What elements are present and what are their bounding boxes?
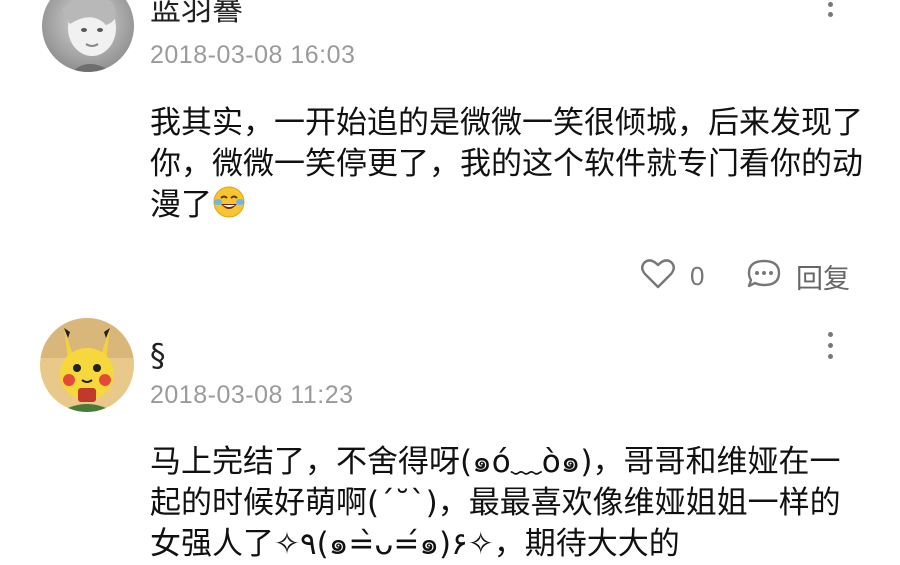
comment-text-content: 我其实，一开始追的是微微一笑很倾城，后来发现了你，微微一笑停更了，我的这个软件就… [150, 105, 863, 223]
heart-icon [640, 258, 676, 294]
comment-text: 我其实，一开始追的是微微一笑很倾城，后来发现了你，微微一笑停更了，我的这个软件就… [150, 103, 870, 226]
comment-actions: 0 回复 [0, 256, 900, 296]
username[interactable]: 蓝羽謈 [150, 0, 243, 28]
timestamp: 2018-03-08 16:03 [150, 41, 356, 69]
username[interactable]: § [150, 338, 166, 374]
more-options-icon[interactable] [820, 0, 840, 32]
comment-text: 马上完结了，不舍得呀(๑ó﹏ò๑)，哥哥和维娅在一起的时候好萌啊(ˊ˘ˋ)，最最… [150, 442, 870, 565]
reply-button[interactable]: 回复 [746, 256, 850, 296]
crying-laughing-emoji-icon [212, 185, 246, 219]
like-count: 0 [690, 260, 705, 291]
comment-item: 蓝羽謈 2018-03-08 16:03 我其实，一开始追的是微微一笑很倾城，后… [0, 0, 900, 300]
comment-bubble-icon [746, 258, 782, 294]
reply-label: 回复 [796, 263, 850, 295]
avatar[interactable] [40, 318, 134, 412]
more-options-icon[interactable] [820, 330, 840, 366]
avatar[interactable] [42, 0, 134, 72]
like-button[interactable]: 0 [640, 256, 704, 296]
comment-text-content: 马上完结了，不舍得呀(๑ó﹏ò๑)，哥哥和维娅在一起的时候好萌啊(ˊ˘ˋ)，最最… [150, 444, 841, 562]
timestamp: 2018-03-08 11:23 [150, 381, 354, 409]
comment-item: § 2018-03-08 11:23 马上完结了，不舍得呀(๑ó﹏ò๑)，哥哥和… [0, 300, 900, 562]
